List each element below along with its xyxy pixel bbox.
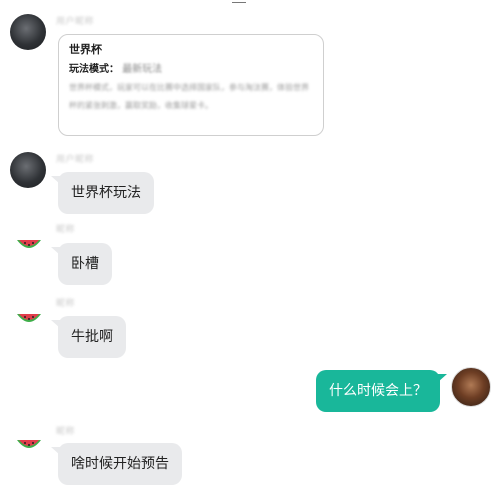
- card-title: 世界杯: [69, 43, 102, 56]
- sender-nickname: 昵称: [56, 427, 76, 437]
- sender-avatar[interactable]: [10, 14, 46, 50]
- message-bubble[interactable]: 卧槽: [51, 243, 112, 285]
- message-bubble[interactable]: 啥时候开始预告: [51, 443, 182, 485]
- sender-nickname: 昵称: [56, 299, 76, 309]
- card-mode-label: 玩法模式：: [69, 64, 119, 75]
- my-avatar[interactable]: [451, 367, 491, 407]
- shared-card[interactable]: 世界杯 玩法模式： 最新玩法 世界杯模式，玩家可以在比赛中选择国家队，参与淘汰赛…: [58, 34, 324, 136]
- message-bubble[interactable]: 牛批啊: [51, 316, 126, 358]
- message-bubble[interactable]: 世界杯玩法: [51, 172, 154, 214]
- sender-nickname: 用户昵称: [56, 17, 95, 27]
- top-edge-mark: [232, 0, 246, 3]
- card-body-text: 世界杯模式，玩家可以在比赛中选择国家队，参与淘汰赛，体验世界杯的紧张刺激，赢取奖…: [69, 83, 309, 110]
- sender-nickname: 昵称: [56, 225, 76, 235]
- watermelon-avatar-icon[interactable]: [14, 228, 44, 258]
- my-message-bubble[interactable]: 什么时候会上？: [316, 370, 447, 412]
- sender-nickname: 用户昵称: [56, 155, 95, 165]
- sender-avatar[interactable]: [10, 152, 46, 188]
- watermelon-avatar-icon[interactable]: [14, 428, 44, 458]
- card-mode-value: 最新玩法: [122, 64, 163, 75]
- card-mode-row: 玩法模式： 最新玩法: [69, 63, 313, 77]
- watermelon-avatar-icon[interactable]: [14, 302, 44, 332]
